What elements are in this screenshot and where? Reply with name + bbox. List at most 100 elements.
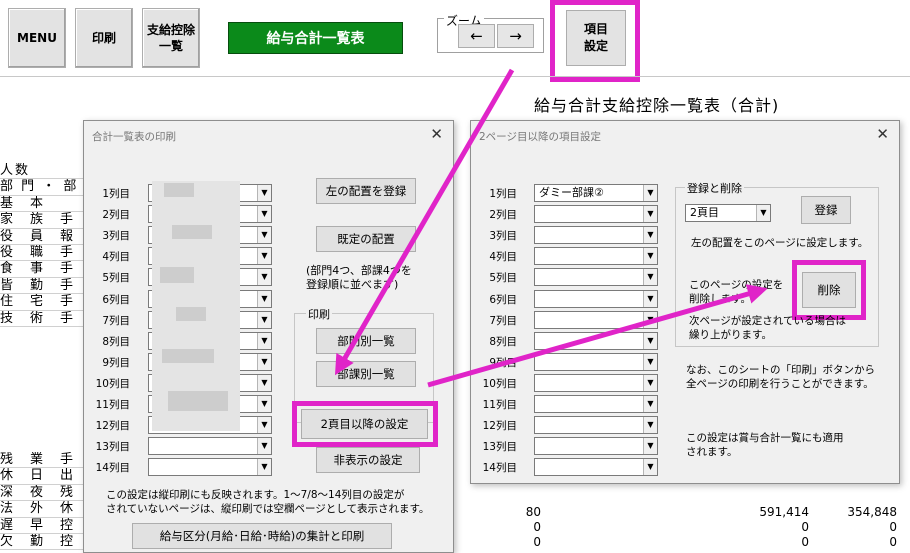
sheet-row-label: 法 外 休 [0,501,90,518]
sheet-row-labels-top: 人数 部 門 ・ 部 基 本 家 族 手 役 員 報 役 職 手 食 事 手 皆… [0,163,90,327]
section-list-button[interactable]: 部課別一覧 [316,361,416,387]
shift-up-note: 次ページが設定されている場合は 繰り上がります。 [689,315,846,341]
row-label: 7列目 [489,314,517,327]
sheet-row-label: 役 職 手 [0,245,90,262]
column-select[interactable]: ▼ [148,437,272,456]
chevron-down-icon: ▼ [756,205,770,221]
item-settings-dialog-title: 2ページ目以降の項目設定 [479,131,601,143]
table-row: 80 591,414 354,848 [453,505,910,520]
chevron-down-icon: ▼ [643,374,657,391]
sheet-row-label: 欠 勤 控 [0,534,90,551]
close-icon[interactable]: ✕ [430,125,443,143]
row-label: 8列目 [102,335,130,348]
menu-button[interactable]: MENU [8,8,66,68]
chevron-down-icon: ▼ [643,269,657,286]
deduction-list-button[interactable]: 支給控除 一覧 [142,8,200,68]
chevron-down-icon: ▼ [257,417,271,434]
sheet-row-label: 休 日 出 [0,468,90,485]
column-select[interactable]: ▼ [534,416,658,435]
print-dialog: 合計一覧表の印刷 ✕ 1列目 ▼ 2列目 ▼ 3列目 ▼ 4列目 ▼ 5列目 ▼ 6列目 ▼ 7列目 ▼ 8… [83,120,454,553]
chevron-down-icon: ▼ [643,332,657,349]
column-select[interactable]: ▼ [534,352,658,371]
chevron-down-icon: ▼ [257,459,271,476]
default-layout-button[interactable]: 既定の配置 [316,226,416,252]
chevron-down-icon: ▼ [257,227,271,244]
column-select[interactable]: ▼ [148,458,272,477]
column-select[interactable]: ダミー部課② ▼ [534,184,658,202]
page2-settings-button[interactable]: 2頁目以降の設定 [301,409,428,439]
dept-list-button[interactable]: 部門別一覧 [316,328,416,354]
close-icon[interactable]: ✕ [876,125,889,143]
row-label: 13列目 [95,441,130,454]
row-label: 11列目 [482,399,517,411]
row-label: 9列目 [489,356,517,369]
zoom-out-button[interactable]: ← [458,24,495,48]
column-select[interactable]: ▼ [534,205,658,224]
sheet-row-label: 皆 勤 手 [0,278,90,295]
row-label: 6列目 [489,293,517,306]
table-cell: 0 [533,520,541,534]
chevron-down-icon: ▼ [257,438,271,455]
chevron-down-icon: ▼ [257,311,271,328]
chevron-down-icon: ▼ [257,185,271,201]
blur-patch [162,349,214,363]
table-row: 0 0 0 [453,535,910,550]
table-cell: 354,848 [847,505,897,519]
row-label: 13列目 [482,441,517,454]
row-label: 1列目 [102,188,130,200]
column-select[interactable]: ▼ [534,247,658,266]
hidden-settings-button[interactable]: 非表示の設定 [316,447,420,473]
sheet-row-label: 家 族 手 [0,212,90,229]
chevron-down-icon: ▼ [257,206,271,223]
column-select-value: ダミー部課② [539,186,604,199]
sheet-row-label: 技 術 手 [0,311,90,327]
register-delete-label: 登録と削除 [685,180,744,196]
blur-patch [160,267,194,283]
sheet-title: 給与合計支給控除一覧表（合計) [534,96,780,115]
delete-page-note: このページの設定を 削除します。 [689,279,784,305]
column-select[interactable]: ▼ [534,331,658,350]
column-select[interactable]: ▼ [534,437,658,456]
pay-category-print-button[interactable]: 給与区分(月給･日給･時給)の集計と印刷 [132,523,392,549]
chevron-down-icon: ▼ [643,227,657,244]
set-layout-note: 左の配置をこのページに設定します。 [691,237,869,249]
chevron-down-icon: ▼ [643,353,657,370]
chevron-down-icon: ▼ [257,248,271,265]
table-cell: 0 [801,535,809,549]
column-select[interactable]: ▼ [534,373,658,392]
zoom-in-button[interactable]: → [497,24,534,48]
row-label: 12列目 [95,420,130,433]
table-cell: 0 [533,535,541,549]
column-select[interactable]: ▼ [534,226,658,245]
register-left-layout-button[interactable]: 左の配置を登録 [316,178,416,204]
chevron-down-icon: ▼ [643,206,657,223]
chevron-down-icon: ▼ [257,374,271,391]
vertical-print-note: この設定は縦印刷にも反映されます。1～7/8～14列目の設定が されていないペー… [106,489,430,515]
chevron-down-icon: ▼ [257,332,271,349]
item-setting-button[interactable]: 項目 設定 [566,10,626,66]
salary-total-list-button[interactable]: 給与合計一覧表 [228,22,403,54]
chevron-down-icon: ▼ [643,248,657,265]
chevron-down-icon: ▼ [643,311,657,328]
row-label: 6列目 [102,293,130,306]
page-select[interactable]: 2頁目 ▼ [685,204,771,222]
item-settings-dialog: 2ページ目以降の項目設定 ✕ 1列目 ダミー部課② ▼ 2列目 ▼ 3列目 ▼ 4列目 ▼ 5列目… [470,120,900,484]
row-label: 3列目 [102,230,130,243]
column-select[interactable]: ▼ [534,268,658,287]
chevron-down-icon: ▼ [643,185,657,201]
column-select[interactable]: ▼ [534,458,658,477]
column-select[interactable]: ▼ [534,310,658,329]
print-button[interactable]: 印刷 [75,8,133,68]
row-label: 10列目 [95,377,130,390]
layout-order-note: (部門4つ、部課4つを 登録順に並べます) [306,264,412,291]
table-cell: 0 [889,535,897,549]
table-cell: 0 [801,520,809,534]
column-select[interactable]: ▼ [534,395,658,413]
register-button[interactable]: 登録 [801,196,851,224]
sheet-row-label: 住 宅 手 [0,294,90,311]
table-cell: 80 [525,505,541,519]
column-select[interactable]: ▼ [534,289,658,308]
row-label: 14列目 [95,462,130,475]
row-label: 12列目 [482,420,517,433]
delete-button[interactable]: 削除 [802,272,856,308]
